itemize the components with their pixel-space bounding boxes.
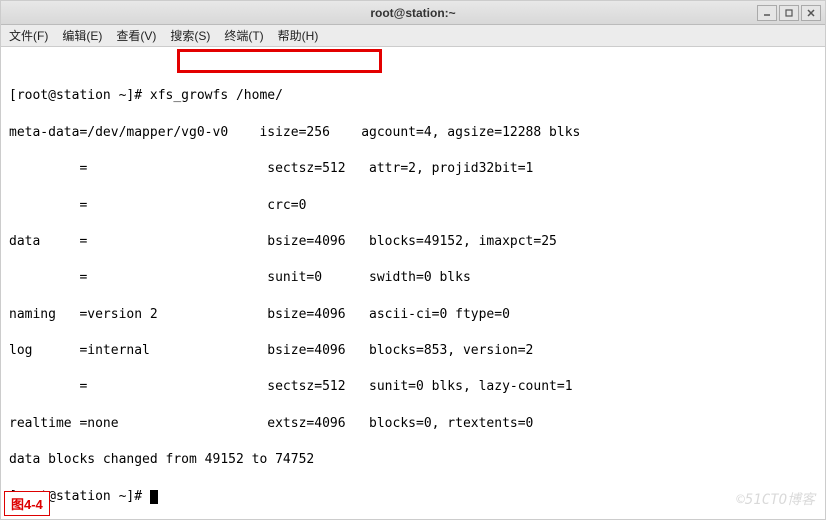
window-titlebar: root@station:~: [1, 1, 825, 25]
figure-caption: 图4-4: [4, 491, 50, 516]
maximize-button[interactable]: [779, 5, 799, 21]
close-button[interactable]: [801, 5, 821, 21]
terminal-output[interactable]: [root@station ~]# xfs_growfs /home/ meta…: [1, 47, 825, 519]
terminal-line: = crc=0: [9, 197, 817, 215]
menu-view[interactable]: 查看(V): [116, 27, 156, 44]
terminal-line: = sectsz=512 attr=2, projid32bit=1: [9, 160, 817, 178]
minimize-button[interactable]: [757, 5, 777, 21]
watermark: ©51CTO博客: [736, 491, 815, 511]
command-highlight-box: [177, 49, 382, 73]
terminal-line: = sectsz=512 sunit=0 blks, lazy-count=1: [9, 378, 817, 396]
menu-search[interactable]: 搜索(S): [170, 27, 210, 44]
menu-edit[interactable]: 编辑(E): [62, 27, 102, 44]
terminal-line: log =internal bsize=4096 blocks=853, ver…: [9, 342, 817, 360]
terminal-cursor: [150, 490, 158, 504]
terminal-line: naming =version 2 bsize=4096 ascii-ci=0 …: [9, 306, 817, 324]
terminal-line: meta-data=/dev/mapper/vg0-v0 isize=256 a…: [9, 124, 817, 142]
terminal-line: data = bsize=4096 blocks=49152, imaxpct=…: [9, 233, 817, 251]
window-controls: [757, 5, 821, 21]
menu-file[interactable]: 文件(F): [9, 27, 48, 44]
menubar: 文件(F) 编辑(E) 查看(V) 搜索(S) 终端(T) 帮助(H): [1, 25, 825, 47]
terminal-line: [root@station ~]# xfs_growfs /home/: [9, 87, 817, 105]
terminal-line: = sunit=0 swidth=0 blks: [9, 269, 817, 287]
terminal-line: data blocks changed from 49152 to 74752: [9, 451, 817, 469]
menu-help[interactable]: 帮助(H): [278, 27, 319, 44]
terminal-line: realtime =none extsz=4096 blocks=0, rtex…: [9, 415, 817, 433]
window-title: root@station:~: [370, 6, 455, 20]
menu-terminal[interactable]: 终端(T): [224, 27, 263, 44]
